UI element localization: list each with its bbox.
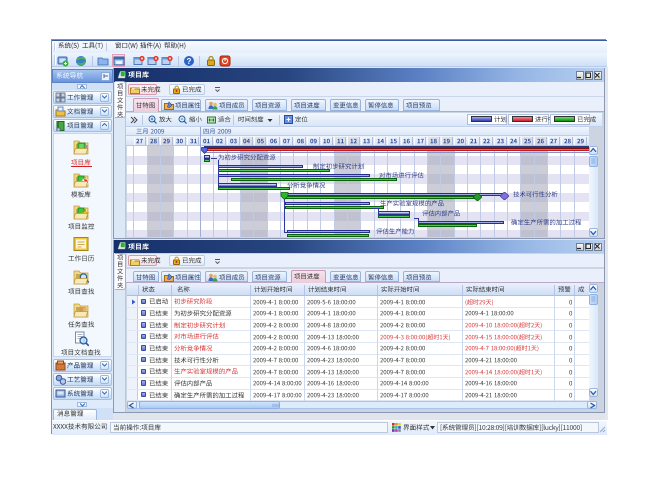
- svg-text:?: ?: [187, 57, 192, 66]
